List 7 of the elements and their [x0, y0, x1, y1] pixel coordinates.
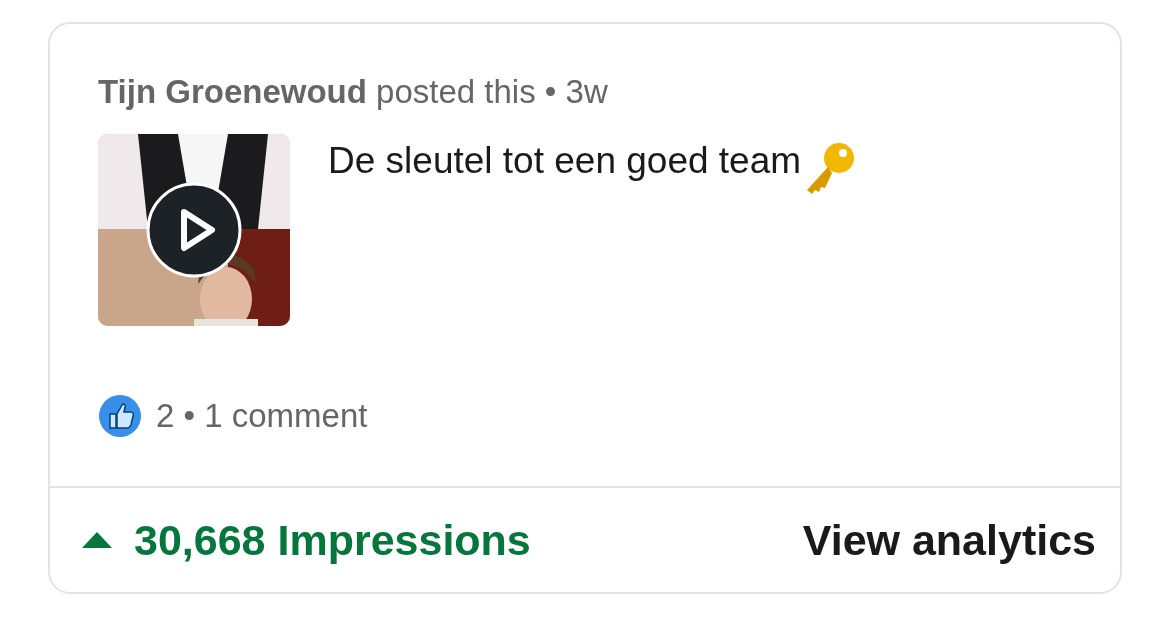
like-icon[interactable] [98, 393, 142, 438]
impressions-count: 30,668 Impressions [134, 515, 531, 565]
view-analytics-link[interactable]: View analytics [802, 515, 1096, 565]
post-text: De sleutel tot een goed team [328, 139, 802, 182]
play-icon[interactable] [146, 181, 242, 278]
post-header: Tijn Groenewoud posted this • 3w [98, 72, 609, 112]
reactions-summary[interactable]: 2 • 1 comment [156, 396, 368, 435]
